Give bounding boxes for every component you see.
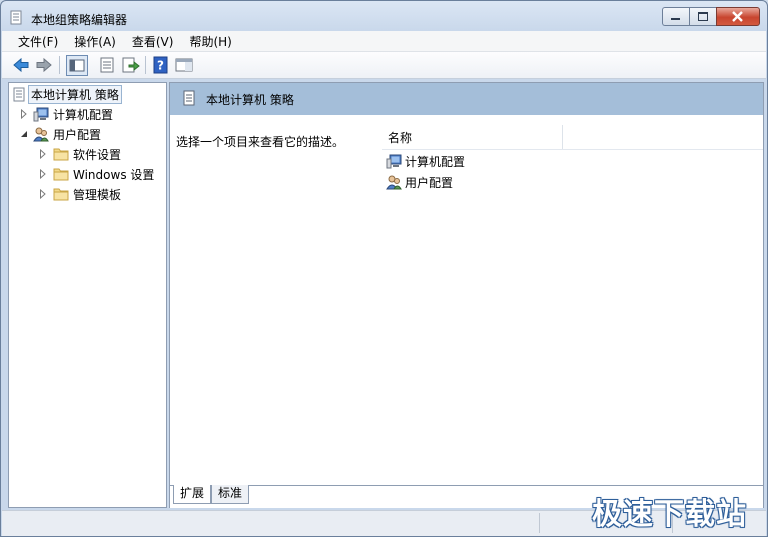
toolbar: ? xyxy=(2,52,766,79)
policy-document-icon xyxy=(13,87,25,101)
computer-icon xyxy=(386,154,402,168)
list-item-label: 用户配置 xyxy=(405,175,454,190)
export-list-icon[interactable] xyxy=(120,55,140,75)
column-divider[interactable] xyxy=(562,125,563,149)
tree-label: 本地计算机 策略 xyxy=(28,84,122,104)
tree-label: 用户配置 xyxy=(53,127,102,142)
tree-label: 管理模板 xyxy=(73,187,122,202)
description-text: 选择一个项目来查看它的描述。 xyxy=(176,135,345,149)
tree-node-admin-templates[interactable]: 管理模板 xyxy=(39,185,121,203)
menu-action[interactable]: 操作(A) xyxy=(66,31,124,51)
tree-node-computer-config[interactable]: 计算机配置 xyxy=(20,105,113,123)
column-header-name[interactable]: 名称 xyxy=(388,129,412,146)
window-title: 本地组策略编辑器 xyxy=(31,13,128,27)
action-pane-icon[interactable] xyxy=(174,55,194,75)
collapse-arrow-icon[interactable] xyxy=(20,129,28,139)
back-arrow-icon[interactable] xyxy=(11,55,31,75)
tree-node-software-settings[interactable]: 软件设置 xyxy=(39,145,121,163)
folder-icon xyxy=(53,168,69,181)
tree-label: 计算机配置 xyxy=(53,107,114,122)
tab-extended[interactable]: 扩展 xyxy=(173,485,212,504)
policy-document-icon xyxy=(183,90,195,106)
toolbar-separator xyxy=(59,56,60,74)
expand-arrow-icon[interactable] xyxy=(39,189,47,199)
toolbar-separator xyxy=(145,56,146,74)
properties-icon[interactable] xyxy=(97,55,117,75)
list-column-header: 名称 xyxy=(382,125,763,150)
list-item-label: 计算机配置 xyxy=(405,154,466,169)
users-icon xyxy=(33,127,49,141)
maximize-button[interactable] xyxy=(689,7,716,26)
folder-icon xyxy=(53,148,69,161)
details-title: 本地计算机 策略 xyxy=(206,93,294,107)
watermark-text: 极速下载站 xyxy=(592,497,747,532)
forward-arrow-icon[interactable] xyxy=(34,55,54,75)
expand-arrow-icon[interactable] xyxy=(20,109,28,119)
tree-node-windows-settings[interactable]: Windows 设置 xyxy=(39,165,154,183)
tree-label: Windows 设置 xyxy=(73,167,155,182)
maximize-icon xyxy=(698,12,708,21)
menu-bar: 文件(F) 操作(A) 查看(V) 帮助(H) xyxy=(2,31,766,52)
menu-view[interactable]: 查看(V) xyxy=(124,31,182,51)
tree-node-user-config[interactable]: 用户配置 xyxy=(20,125,101,143)
navigation-tree[interactable]: 本地计算机 策略 计算机配置 用户配置 软件设置 Windows 设置 管理模板 xyxy=(8,82,167,508)
menu-help[interactable]: 帮助(H) xyxy=(181,31,239,51)
window-controls xyxy=(662,7,760,26)
tab-standard[interactable]: 标准 xyxy=(211,485,250,504)
tree-node-local-policy[interactable]: 本地计算机 策略 xyxy=(12,84,122,104)
minimize-button[interactable] xyxy=(662,7,689,26)
tree-label: 软件设置 xyxy=(73,147,122,162)
status-divider xyxy=(539,513,540,533)
list-item-computer-config[interactable]: 计算机配置 xyxy=(386,151,465,171)
menu-file[interactable]: 文件(F) xyxy=(10,31,66,51)
computer-icon xyxy=(33,107,49,121)
close-icon xyxy=(732,11,743,22)
expand-arrow-icon[interactable] xyxy=(39,169,47,179)
users-icon xyxy=(386,175,402,189)
list-item-user-config[interactable]: 用户配置 xyxy=(386,172,453,192)
details-header: 本地计算机 策略 xyxy=(170,83,763,115)
svg-text:?: ? xyxy=(157,59,164,73)
close-button[interactable] xyxy=(716,7,760,26)
title-bar[interactable]: 本地组策略编辑器 xyxy=(1,1,767,33)
minimize-icon xyxy=(671,18,680,20)
help-icon[interactable]: ? xyxy=(151,55,171,75)
show-tree-icon[interactable] xyxy=(66,55,88,76)
main-window: 本地组策略编辑器 文件(F) 操作(A) 查看(V) 帮助(H) ? 本地计算机… xyxy=(0,0,768,537)
details-pane: 本地计算机 策略 选择一个项目来查看它的描述。 名称 计算机配置 用户配置 扩展… xyxy=(169,82,764,508)
item-list[interactable]: 名称 计算机配置 用户配置 xyxy=(382,115,763,485)
folder-icon xyxy=(53,188,69,201)
policy-app-icon xyxy=(10,10,22,25)
expand-arrow-icon[interactable] xyxy=(39,149,47,159)
